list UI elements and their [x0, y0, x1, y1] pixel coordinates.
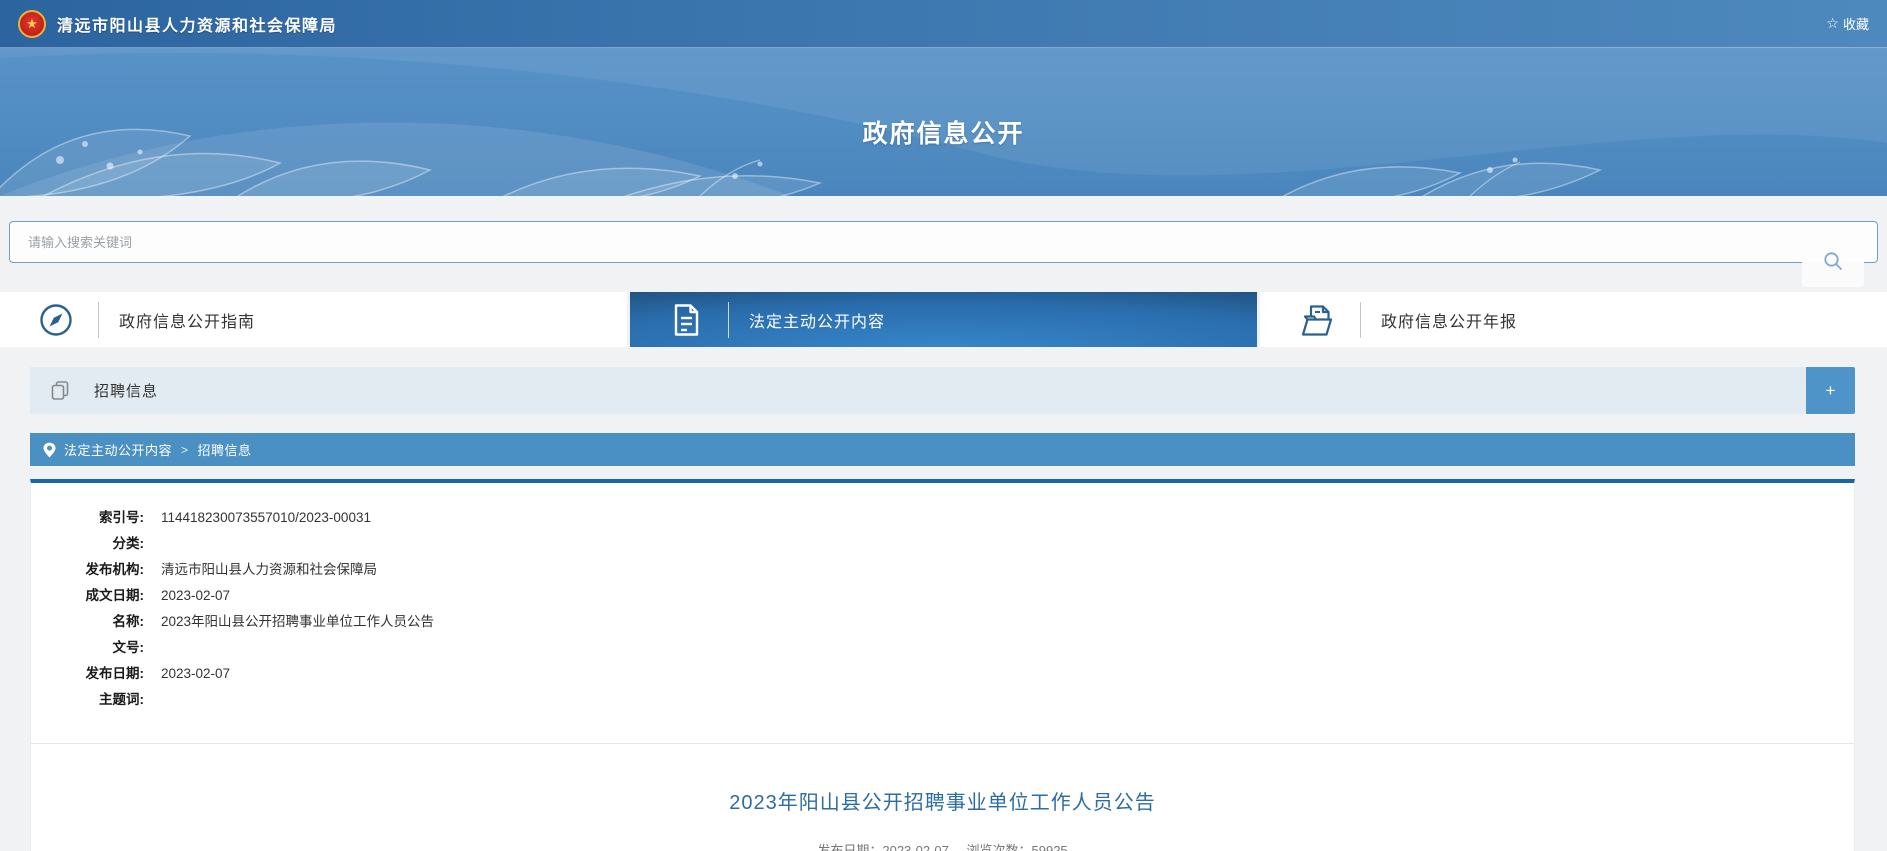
star-icon: ☆: [1826, 15, 1839, 32]
meta-row-doc-number: 文号:: [31, 635, 1854, 661]
meta-label: 发布日期:: [31, 661, 144, 687]
section-bar-recruitment[interactable]: 招聘信息: [30, 367, 1806, 414]
breadcrumb-separator: >: [181, 443, 189, 457]
expand-button[interactable]: +: [1806, 367, 1855, 414]
tab-label: 政府信息公开指南: [119, 308, 255, 332]
meta-value: 2023年阳山县公开招聘事业单位工作人员公告: [161, 609, 434, 635]
tab-divider: [728, 302, 729, 338]
panel-divider: [31, 743, 1854, 744]
banner: 政府信息公开: [0, 48, 1887, 196]
tab-label: 法定主动公开内容: [749, 308, 885, 332]
meta-row-title: 名称: 2023年阳山县公开招聘事业单位工作人员公告: [31, 609, 1854, 635]
views-value: 59925: [1032, 843, 1068, 851]
meta-label: 主题词:: [31, 687, 144, 713]
section-title: 招聘信息: [94, 380, 158, 401]
article-panel: 索引号: 114418230073557010/2023-00031 分类: 发…: [30, 479, 1855, 851]
location-pin-icon: [43, 442, 56, 458]
page-title: 政府信息公开: [0, 114, 1887, 150]
breadcrumb-current-recruitment[interactable]: 招聘信息: [198, 440, 252, 459]
views-label: 浏览次数：: [966, 843, 1031, 851]
tab-gov-info-guide[interactable]: 政府信息公开指南: [0, 292, 627, 347]
article-view-count: 浏览次数：59925: [966, 843, 1067, 851]
meta-row-keywords: 主题词:: [31, 687, 1854, 713]
meta-row-publisher: 发布机构: 清远市阳山县人力资源和社会保障局: [31, 557, 1854, 583]
report-folder-icon: [1298, 302, 1336, 338]
search-bar: [0, 196, 1887, 263]
meta-label: 名称:: [31, 609, 144, 635]
document-icon: [668, 302, 704, 338]
search-button[interactable]: [1802, 262, 1864, 287]
compass-icon: [38, 302, 74, 338]
meta-row-index-number: 索引号: 114418230073557010/2023-00031: [31, 505, 1854, 531]
meta-value: 2023-02-07: [161, 661, 230, 687]
article-title[interactable]: 2023年阳山县公开招聘事业单位工作人员公告: [31, 786, 1854, 815]
meta-value: 114418230073557010/2023-00031: [161, 505, 371, 531]
meta-row-publish-date: 发布日期: 2023-02-07: [31, 661, 1854, 687]
site-title: 清远市阳山县人力资源和社会保障局: [57, 12, 337, 36]
article-meta: 发布日期：2023-02-07 浏览次数：59925: [31, 840, 1854, 851]
national-emblem-icon: ★: [18, 10, 46, 38]
publish-date-value: 2023-02-07: [882, 843, 949, 851]
section-row: 招聘信息 +: [30, 367, 1855, 414]
meta-row-category: 分类:: [31, 531, 1854, 557]
favorite-button[interactable]: ☆ 收藏: [1826, 14, 1869, 33]
breadcrumb-link-statutory-disclosure[interactable]: 法定主动公开内容: [64, 440, 172, 459]
meta-row-date-written: 成文日期: 2023-02-07: [31, 583, 1854, 609]
search-input[interactable]: [9, 221, 1878, 263]
tab-divider: [98, 302, 99, 338]
document-metadata: 索引号: 114418230073557010/2023-00031 分类: 发…: [31, 505, 1854, 713]
tab-statutory-disclosure[interactable]: 法定主动公开内容: [630, 292, 1257, 347]
tab-annual-report[interactable]: 政府信息公开年报: [1260, 292, 1887, 347]
article-publish-date: 发布日期：2023-02-07: [817, 843, 949, 851]
breadcrumb: 法定主动公开内容 > 招聘信息: [30, 433, 1855, 466]
top-header-bar: ★ 清远市阳山县人力资源和社会保障局 ☆ 收藏: [0, 0, 1887, 48]
meta-value: 2023-02-07: [161, 583, 230, 609]
search-icon: [1822, 250, 1844, 272]
tab-bar: 政府信息公开指南 法定主动公开内容 政府信息公开年报: [0, 292, 1887, 347]
meta-label: 成文日期:: [31, 583, 144, 609]
publish-date-label: 发布日期：: [817, 843, 882, 851]
meta-label: 索引号:: [31, 505, 144, 531]
emblem-star-glyph: ★: [26, 17, 38, 30]
meta-label: 发布机构:: [31, 557, 144, 583]
meta-label: 文号:: [31, 635, 144, 661]
favorite-label: 收藏: [1843, 14, 1869, 33]
meta-value: 清远市阳山县人力资源和社会保障局: [161, 557, 377, 583]
tab-divider: [1360, 302, 1361, 338]
meta-label: 分类:: [31, 531, 144, 557]
tab-label: 政府信息公开年报: [1381, 308, 1517, 332]
pages-icon: [50, 380, 70, 401]
